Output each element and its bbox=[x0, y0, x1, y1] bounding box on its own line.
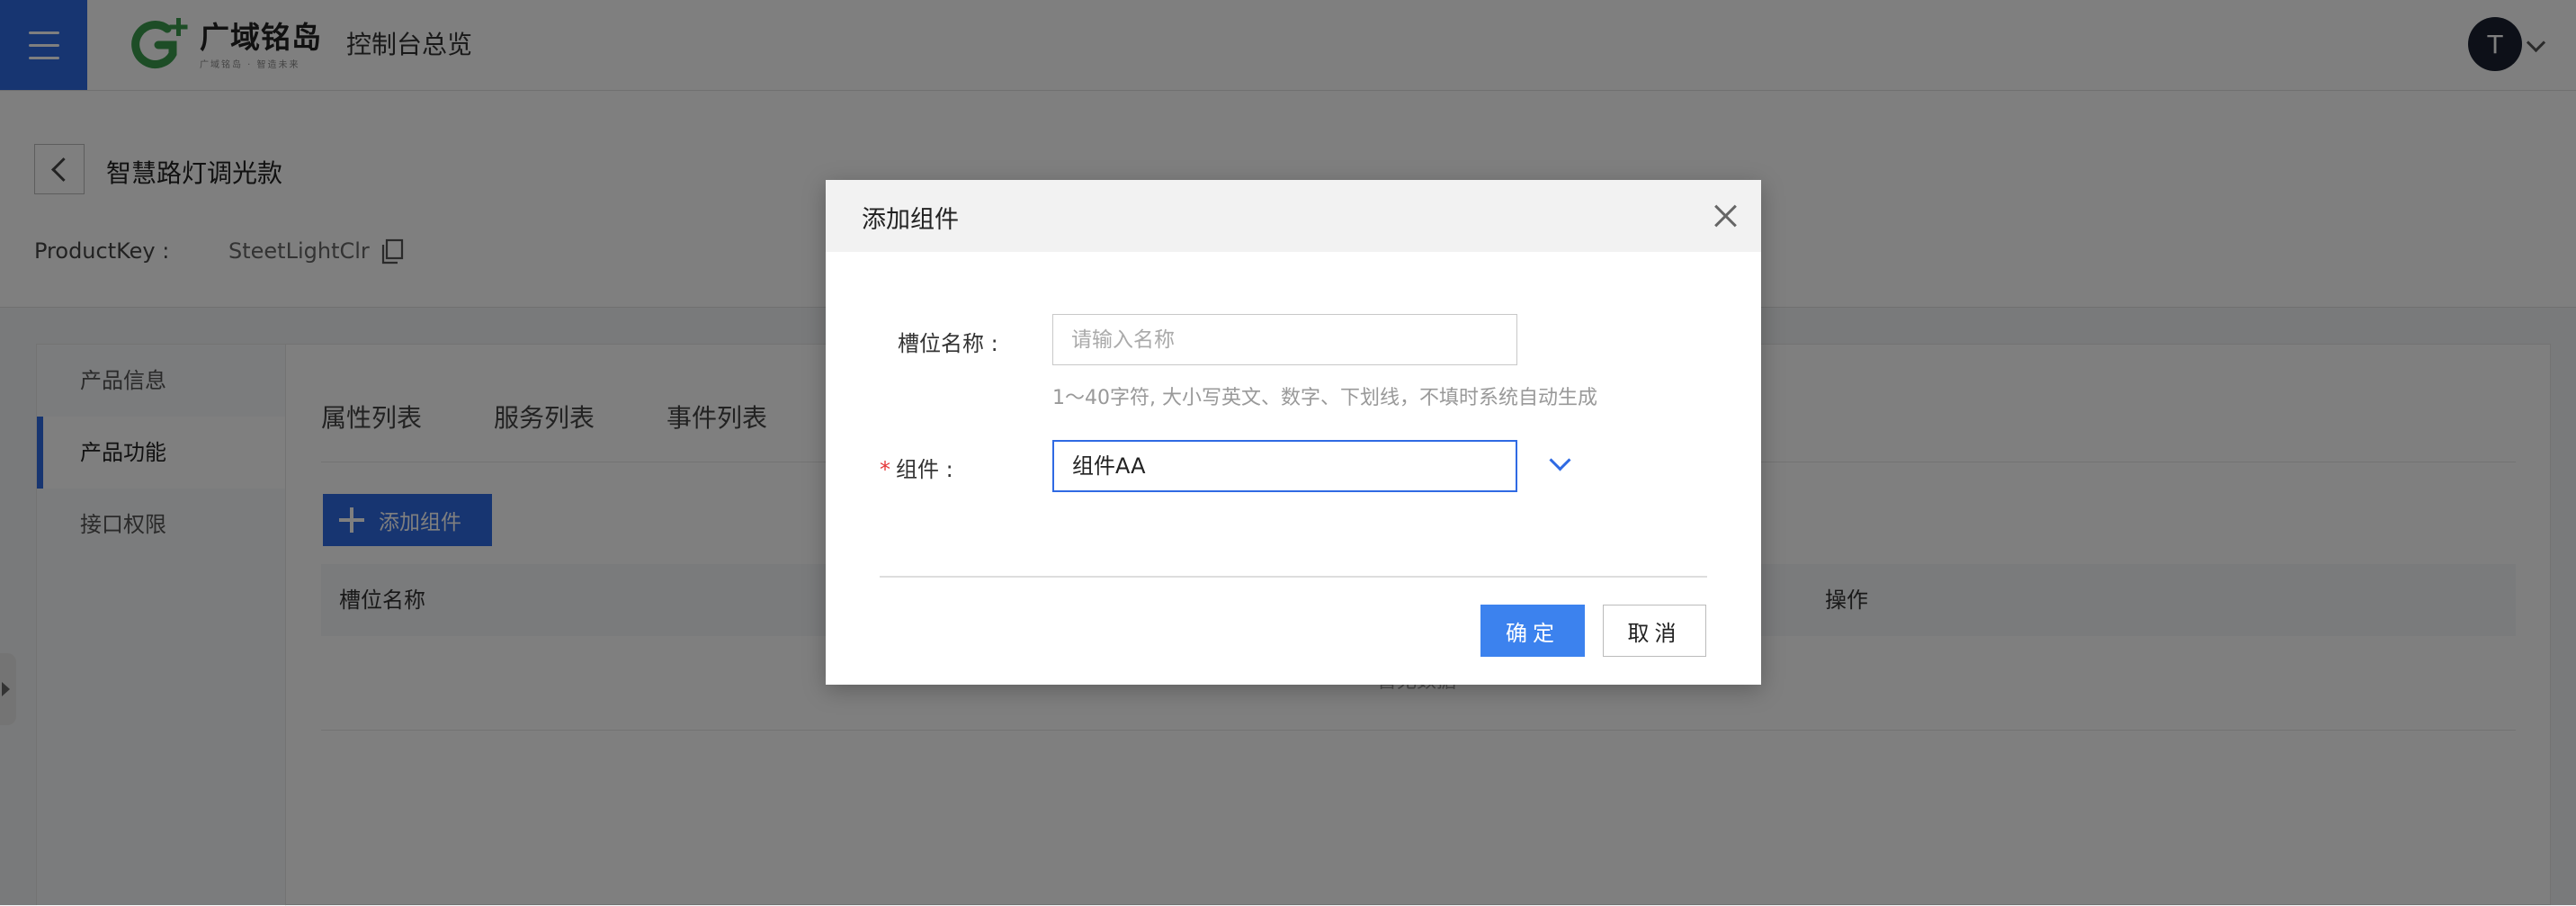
component-label: * 组件 : bbox=[880, 452, 953, 483]
component-select[interactable]: 组件AA bbox=[1052, 440, 1517, 492]
add-component-dialog: 添加组件 槽位名称 : 1～40字符, 大小写英文、数字、下划线，不填时系统自动… bbox=[826, 180, 1761, 685]
dialog-divider bbox=[880, 576, 1707, 578]
dialog-title: 添加组件 bbox=[862, 206, 959, 234]
confirm-button[interactable]: 确定 bbox=[1480, 605, 1585, 657]
component-label-text: 组件 : bbox=[896, 457, 953, 482]
slot-name-hint: 1～40字符, 大小写英文、数字、下划线，不填时系统自动生成 bbox=[1052, 387, 1597, 409]
slot-name-input[interactable] bbox=[1052, 314, 1517, 365]
cancel-button[interactable]: 取消 bbox=[1603, 605, 1706, 657]
close-icon[interactable] bbox=[1711, 202, 1740, 230]
slot-name-label: 槽位名称 : bbox=[898, 331, 998, 356]
required-mark: * bbox=[880, 457, 890, 482]
dialog-header: 添加组件 bbox=[826, 180, 1761, 252]
chevron-down-icon[interactable] bbox=[1549, 449, 1571, 471]
